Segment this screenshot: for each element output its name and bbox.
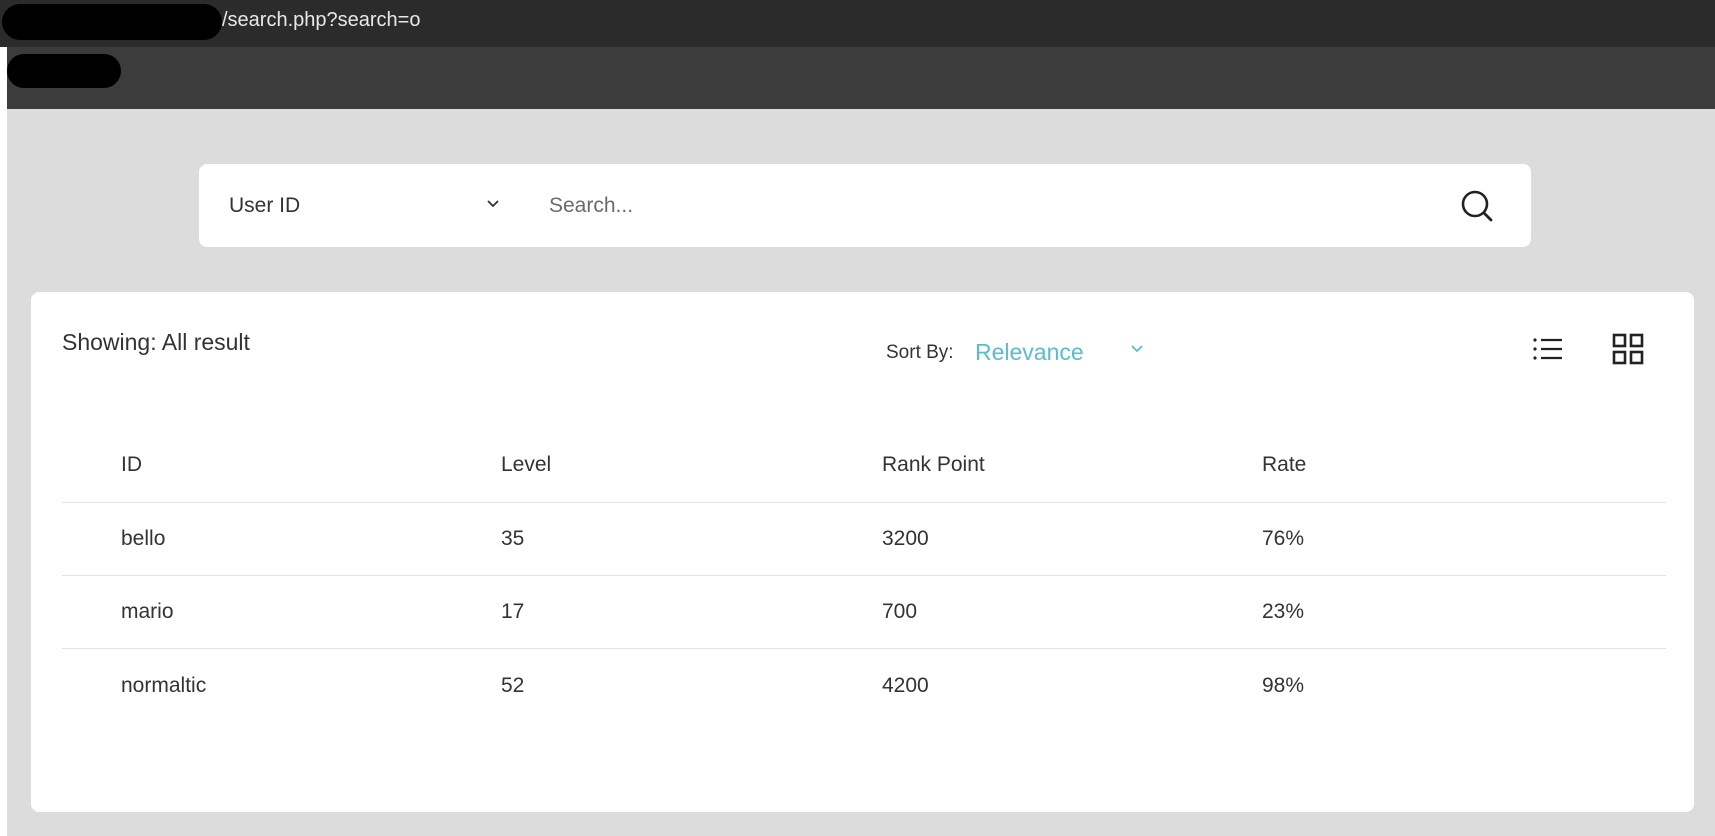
search-bar: User ID [199,164,1531,247]
results-count: Showing: All result [62,329,250,355]
redacted-domain [2,4,222,40]
url-path[interactable]: /search.php?search=o [222,9,420,32]
cell-id: bello [121,527,166,550]
results-panel: Showing: All result Sort By: Relevance I… [31,292,1694,812]
column-header-id[interactable]: ID [121,427,142,502]
table-row[interactable]: mario 17 700 23% [62,576,1666,649]
grid-view-icon[interactable] [1611,332,1645,366]
cell-rank-point: 700 [882,600,918,623]
sort-select[interactable]: Relevance [975,339,1084,366]
search-icon[interactable] [1457,186,1497,226]
cell-rank-point: 4200 [882,673,929,697]
column-header-rank-point[interactable]: Rank Point [882,427,985,502]
main-content: User ID Showing: All result Sort By: Rel… [7,109,1715,836]
column-header-rate[interactable]: Rate [1262,427,1306,502]
cell-level: 52 [501,673,525,697]
cell-level: 35 [501,527,525,550]
table-row[interactable]: bello 35 3200 76% [62,503,1666,576]
url-bar[interactable]: /search.php?search=o [0,0,1715,47]
table-row[interactable]: normaltic 52 4200 98% [62,649,1666,722]
table-header: ID Level Rank Point Rate [62,427,1666,503]
cell-rank-point: 3200 [882,527,929,550]
chevron-down-icon[interactable] [484,195,502,213]
site-header [7,47,1715,109]
cell-level: 17 [501,600,525,623]
sort-label: Sort By: [886,342,954,363]
results-table: ID Level Rank Point Rate bello 35 3200 7… [62,427,1666,722]
cell-id: normaltic [121,673,207,697]
search-input[interactable] [549,184,1429,228]
column-header-level[interactable]: Level [501,427,551,502]
list-view-icon[interactable] [1531,332,1565,366]
cell-id: mario [121,600,174,623]
cell-rate: 23% [1262,600,1305,623]
cell-rate: 76% [1262,527,1305,550]
chevron-down-icon[interactable] [1128,340,1146,358]
cell-rate: 98% [1262,673,1305,697]
page: /search.php?search=o User ID Showing: Al… [0,0,1715,836]
redacted-logo[interactable] [7,54,121,88]
search-field-value: User ID [229,193,301,217]
